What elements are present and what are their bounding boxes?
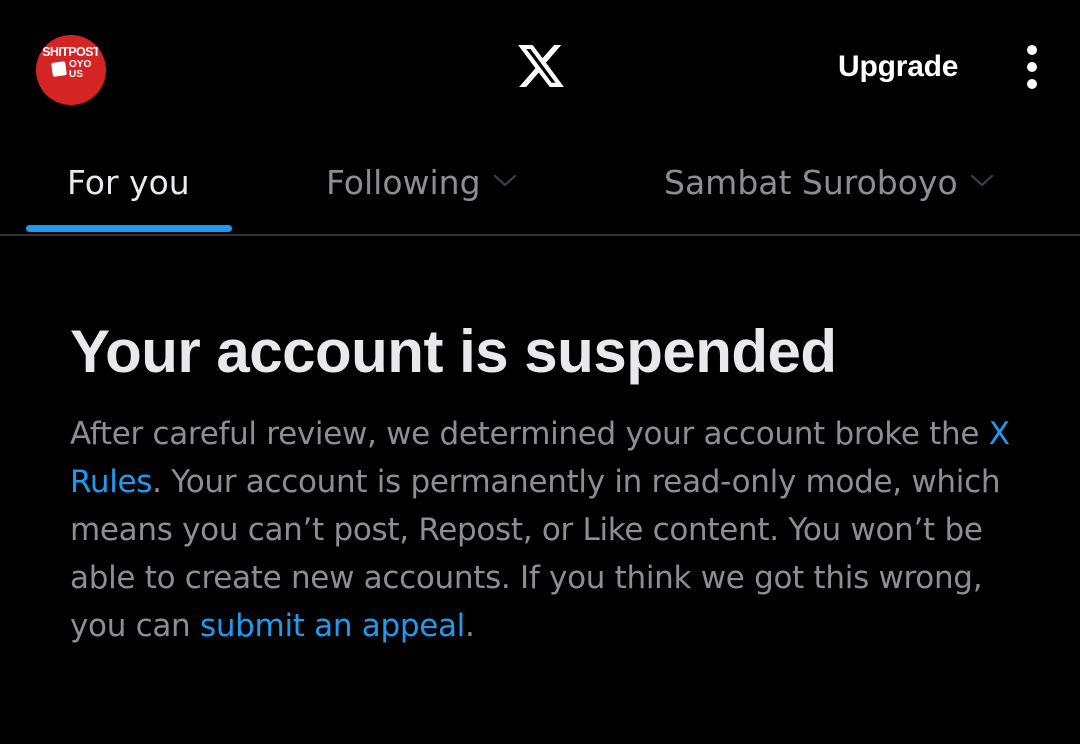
more-vertical-icon[interactable]: [1018, 45, 1046, 89]
avatar-logo-mark: [51, 61, 67, 77]
tab-for-you[interactable]: For you: [67, 160, 190, 206]
message-text: After careful review, we determined your…: [70, 416, 989, 452]
suspended-title: Your account is suspended: [70, 318, 837, 385]
avatar-text-top: SHITPOST: [42, 45, 100, 59]
top-bar: SHITPOST OYO US Upgrade: [0, 0, 1080, 140]
chevron-down-icon: [970, 174, 993, 187]
active-tab-indicator: [26, 225, 232, 232]
tab-following[interactable]: Following: [326, 160, 517, 206]
tab-label: Sambat Suroboyo: [664, 163, 958, 202]
chevron-down-icon: [493, 174, 516, 187]
suspended-message: After careful review, we determined your…: [70, 410, 1030, 650]
tab-label: Following: [326, 163, 481, 202]
x-logo-icon[interactable]: [518, 45, 564, 87]
avatar-text-bottom: OYO US: [69, 59, 92, 80]
tab-label: For you: [67, 163, 190, 202]
upgrade-button[interactable]: Upgrade: [838, 49, 958, 85]
tab-sambat-suroboyo[interactable]: Sambat Suroboyo: [664, 160, 994, 206]
submit-appeal-link[interactable]: submit an appeal: [200, 608, 465, 644]
tab-divider: [0, 234, 1080, 236]
avatar[interactable]: SHITPOST OYO US: [36, 35, 106, 105]
message-text: .: [465, 608, 475, 644]
